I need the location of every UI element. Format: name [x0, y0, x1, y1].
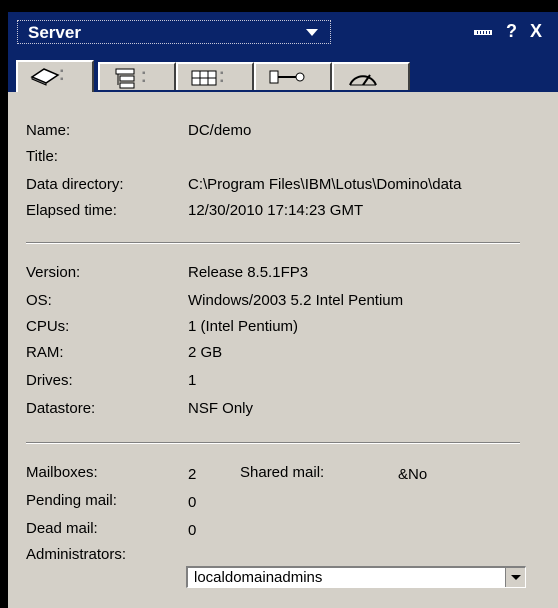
name-value: DC/demo	[188, 122, 252, 139]
tab-strip: ▪ ▪ ▪ ▪ ▪ ▪	[8, 52, 558, 92]
datadir-label: Data directory:	[26, 176, 124, 193]
server-info-icon	[30, 68, 60, 86]
cpus-value: 1 (Intel Pentium)	[188, 318, 299, 335]
dead-mail-value: 0	[188, 522, 197, 539]
version-value: Release 8.5.1FP3	[188, 264, 309, 281]
cpus-label: CPUs:	[26, 318, 70, 335]
version-label: Version:	[26, 264, 81, 281]
grid-icon	[191, 70, 217, 86]
close-icon[interactable]: X	[530, 21, 542, 42]
server-dropdown[interactable]: Server	[17, 20, 331, 44]
administrators-select[interactable]: localdomainadmins	[186, 566, 526, 588]
network-icon	[269, 70, 305, 84]
gauge-icon	[349, 74, 377, 86]
dead-mail-label: Dead mail:	[26, 520, 98, 537]
divider	[26, 242, 520, 244]
administrators-label: Administrators:	[26, 546, 127, 563]
shared-mail-label: Shared mail:	[240, 464, 325, 481]
os-label: OS:	[26, 292, 52, 309]
server-panel: Server ? X ▪ ▪ ▪ ▪ ▪ ▪ Name: DC/demo Tit…	[8, 12, 558, 608]
tab-marker-icon: ▪ ▪	[142, 68, 146, 87]
tab-server-info[interactable]: ▪ ▪	[16, 60, 94, 92]
mailboxes-label: Mailboxes:	[26, 464, 98, 481]
administrators-value: localdomainadmins	[194, 569, 323, 586]
drives-value: 1	[188, 372, 197, 389]
minimize-icon[interactable]	[474, 30, 492, 35]
title-bar: Server ? X	[8, 12, 558, 52]
tab-tree[interactable]: ▪ ▪	[98, 62, 176, 90]
shared-mail-value: &No	[398, 466, 428, 483]
ram-label: RAM:	[26, 344, 64, 361]
ram-value: 2 GB	[188, 344, 223, 361]
chevron-down-icon	[511, 575, 521, 580]
datastore-value: NSF Only	[188, 400, 254, 417]
tree-icon	[115, 68, 135, 89]
pending-mail-label: Pending mail:	[26, 492, 117, 509]
tab-grid[interactable]: ▪ ▪	[176, 62, 254, 90]
pending-mail-value: 0	[188, 494, 197, 511]
name-label: Name:	[26, 122, 71, 139]
elapsed-label: Elapsed time:	[26, 202, 117, 219]
administrators-dropdown-button[interactable]	[505, 568, 525, 587]
elapsed-value: 12/30/2010 17:14:23 GMT	[188, 202, 364, 219]
datastore-label: Datastore:	[26, 400, 96, 417]
tab-network[interactable]	[254, 62, 332, 90]
mailboxes-value: 2	[188, 466, 197, 483]
tab-marker-icon: ▪ ▪	[60, 66, 64, 85]
chevron-down-icon	[306, 29, 318, 36]
drives-label: Drives:	[26, 372, 73, 389]
datadir-value: C:\Program Files\IBM\Lotus\Domino\data	[188, 176, 462, 193]
help-icon[interactable]: ?	[506, 21, 517, 42]
tab-marker-icon: ▪ ▪	[220, 68, 224, 87]
divider	[26, 442, 520, 444]
tab-gauge[interactable]	[332, 62, 410, 90]
title-label: Title:	[26, 148, 58, 165]
server-dropdown-label: Server	[28, 23, 81, 42]
server-info-content: Name: DC/demo Title: Data directory: C:\…	[8, 92, 558, 608]
os-value: Windows/2003 5.2 Intel Pentium	[188, 292, 404, 309]
